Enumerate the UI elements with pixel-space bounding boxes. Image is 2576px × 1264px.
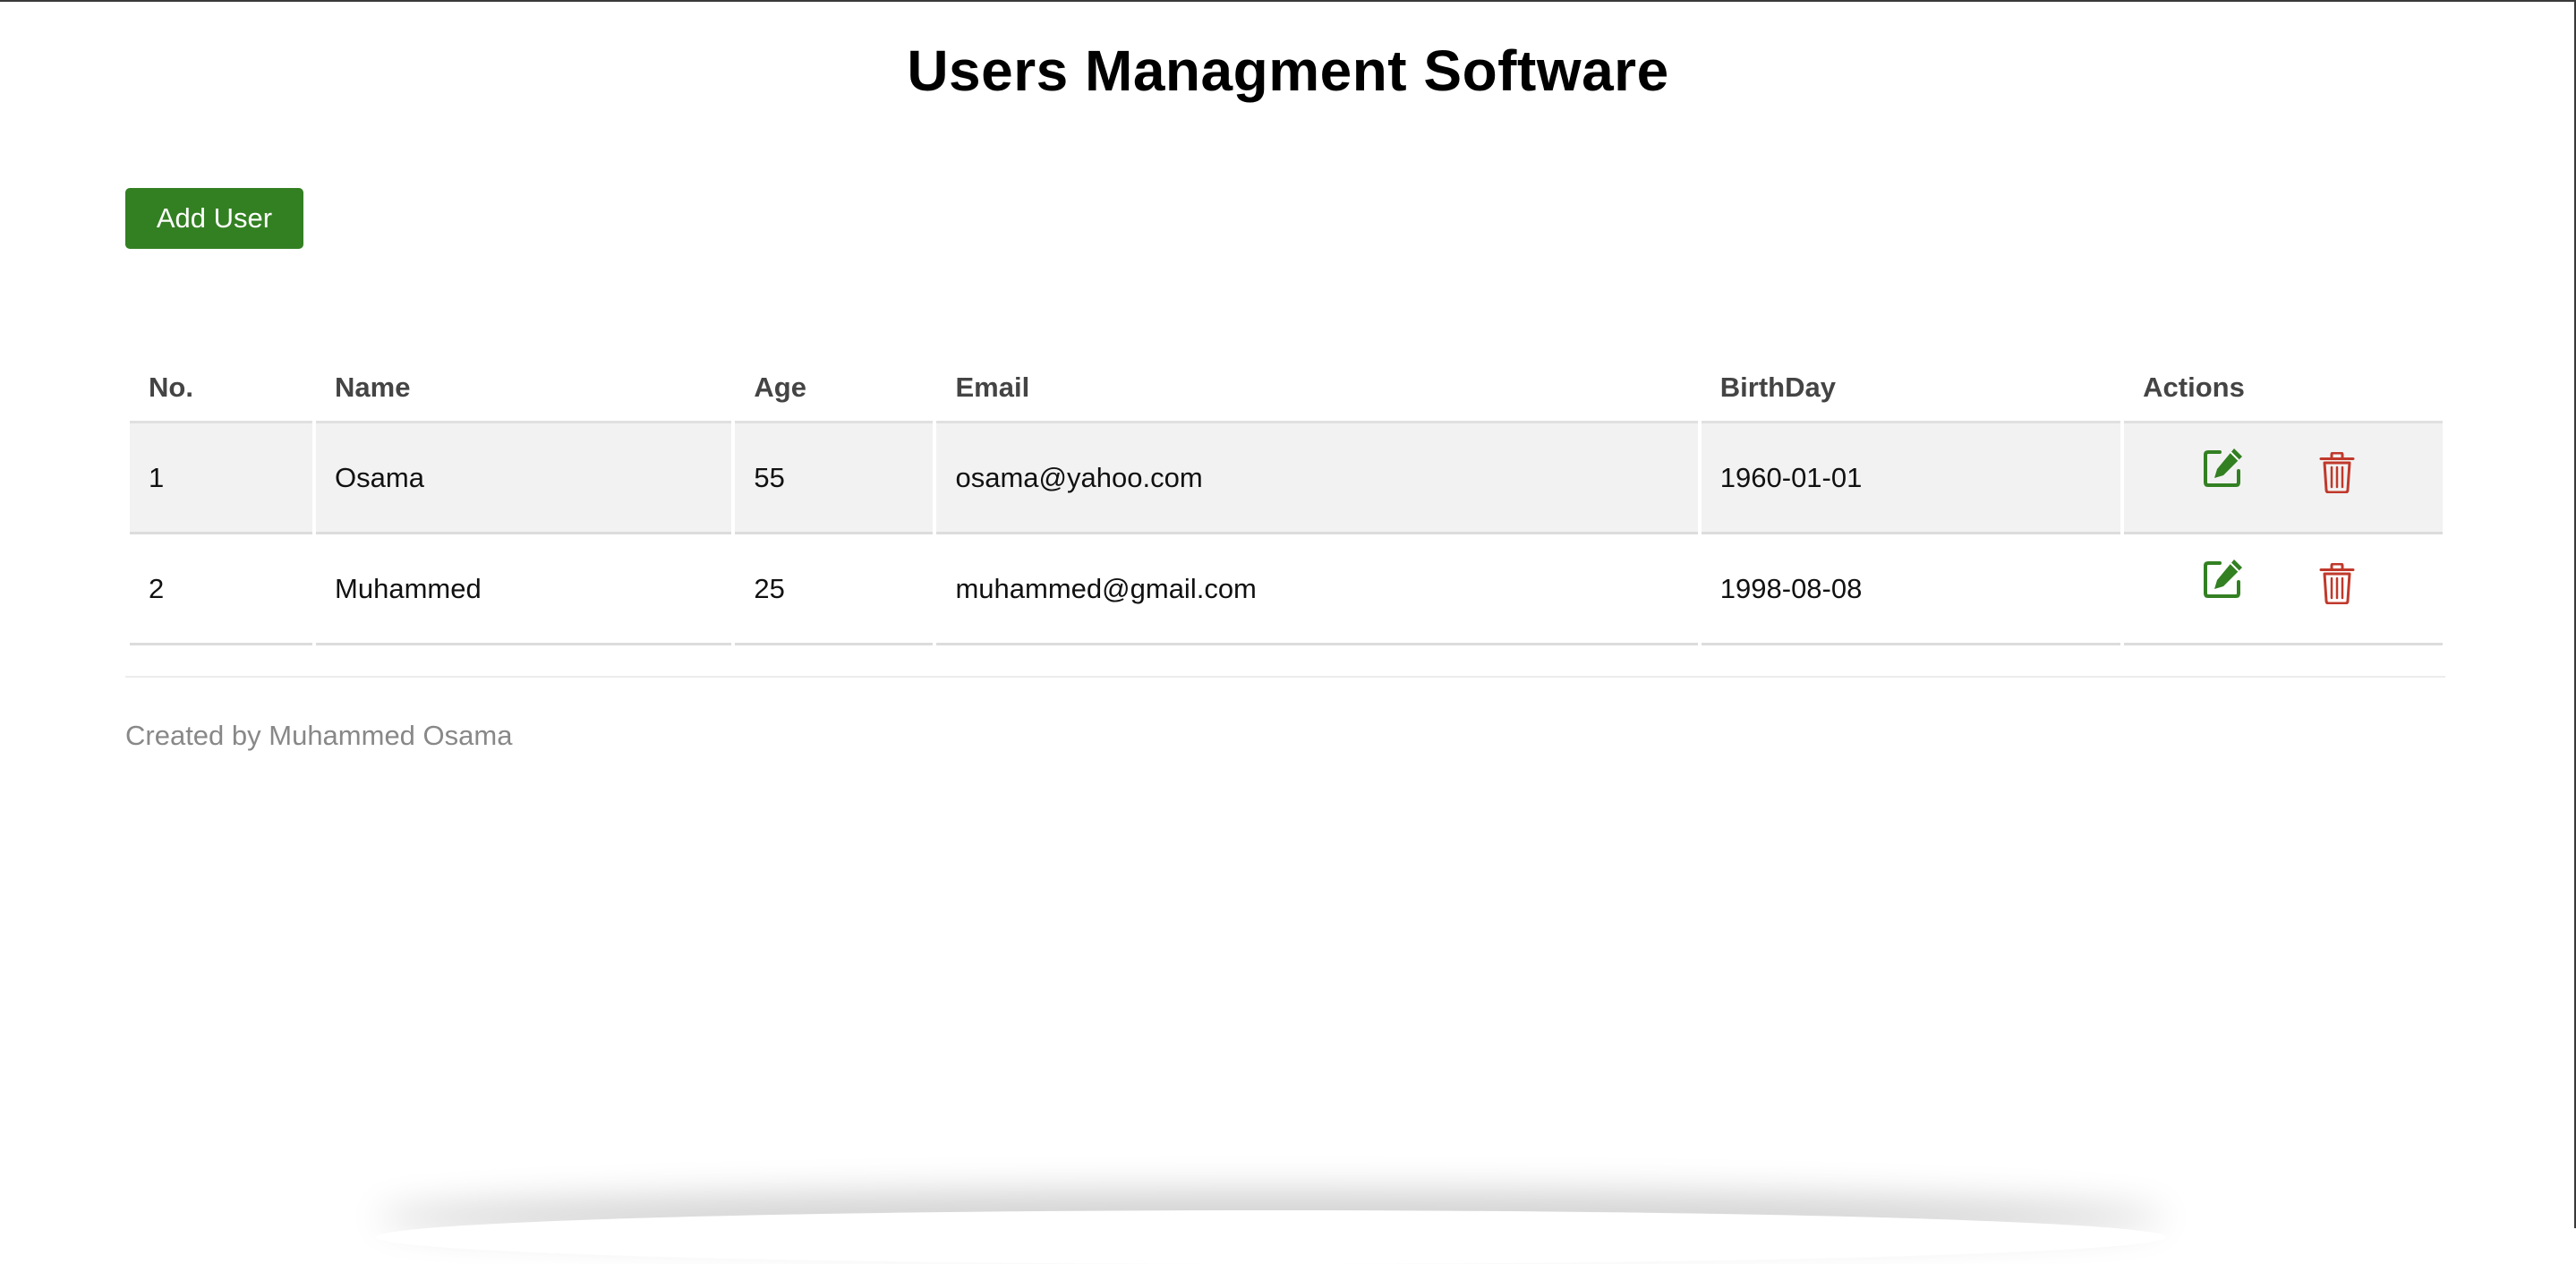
window-top-border bbox=[0, 0, 2576, 2]
cell-birthday: 1998-08-08 bbox=[1701, 534, 2121, 645]
bottom-shadow bbox=[376, 1210, 2166, 1264]
edit-icon[interactable] bbox=[2203, 558, 2244, 599]
table-row: 2 Muhammed 25 muhammed@gmail.com 1998-08… bbox=[130, 534, 2443, 645]
cell-no: 2 bbox=[130, 534, 313, 645]
trash-icon[interactable] bbox=[2319, 452, 2355, 493]
cell-birthday: 1960-01-01 bbox=[1701, 423, 2121, 534]
cell-age: 25 bbox=[735, 534, 934, 645]
cell-name: Muhammed bbox=[316, 534, 732, 645]
cell-no: 1 bbox=[130, 423, 313, 534]
cell-actions bbox=[2124, 423, 2443, 534]
table-row: 1 Osama 55 osama@yahoo.com 1960-01-01 bbox=[130, 423, 2443, 534]
cell-name: Osama bbox=[316, 423, 732, 534]
column-header-birthday: BirthDay bbox=[1701, 354, 2121, 423]
cell-age: 55 bbox=[735, 423, 934, 534]
column-header-actions: Actions bbox=[2124, 354, 2443, 423]
column-header-age: Age bbox=[735, 354, 934, 423]
edit-icon[interactable] bbox=[2203, 447, 2244, 488]
column-header-name: Name bbox=[316, 354, 732, 423]
users-table: No. Name Age Email BirthDay Actions 1 Os… bbox=[126, 354, 2446, 645]
page-title: Users Managment Software bbox=[907, 38, 1669, 103]
cell-email: muhammed@gmail.com bbox=[936, 534, 1698, 645]
column-header-no: No. bbox=[130, 354, 313, 423]
add-user-button[interactable]: Add User bbox=[125, 188, 303, 249]
footer-credit: Created by Muhammed Osama bbox=[125, 720, 513, 751]
trash-icon[interactable] bbox=[2319, 563, 2355, 604]
cell-actions bbox=[2124, 534, 2443, 645]
cell-email: osama@yahoo.com bbox=[936, 423, 1698, 534]
table-header-row: No. Name Age Email BirthDay Actions bbox=[130, 354, 2443, 423]
footer-divider bbox=[125, 676, 2445, 678]
column-header-email: Email bbox=[936, 354, 1698, 423]
